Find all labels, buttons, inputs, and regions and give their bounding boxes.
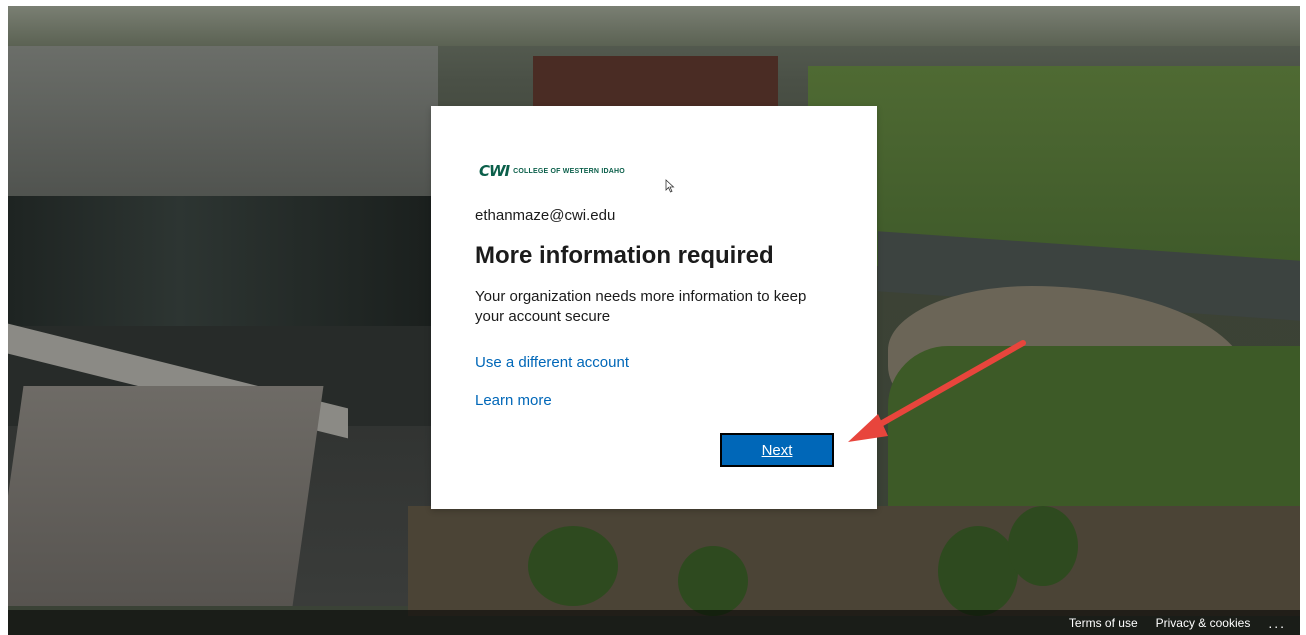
background-tree xyxy=(678,546,748,616)
background-windows xyxy=(8,196,438,326)
background-tree xyxy=(528,526,618,606)
logo-mark: CWI xyxy=(479,162,510,180)
use-different-account-link[interactable]: Use a different account xyxy=(475,354,629,371)
dialog-description: Your organization needs more information… xyxy=(475,288,807,325)
background-sky xyxy=(8,6,1300,46)
background-tree xyxy=(938,526,1018,616)
organization-logo: CWI COLLEGE OF WESTERN IDAHO xyxy=(479,162,625,180)
sign-in-dialog: CWI COLLEGE OF WESTERN IDAHO ethanmaze@c… xyxy=(431,106,877,509)
more-options-icon[interactable]: ... xyxy=(1268,615,1286,631)
privacy-cookies-link[interactable]: Privacy & cookies xyxy=(1156,616,1251,630)
dialog-title: More information required xyxy=(475,242,774,269)
learn-more-link[interactable]: Learn more xyxy=(475,392,552,409)
page-footer: Terms of use Privacy & cookies ... xyxy=(8,610,1300,635)
mouse-pointer-icon xyxy=(665,179,675,193)
logo-text: COLLEGE OF WESTERN IDAHO xyxy=(513,167,625,175)
terms-of-use-link[interactable]: Terms of use xyxy=(1069,616,1138,630)
annotation-arrow-icon xyxy=(848,340,1026,442)
background-roof xyxy=(8,386,324,606)
account-identity: ethanmaze@cwi.edu xyxy=(475,207,616,224)
background-tree xyxy=(1008,506,1078,586)
next-button[interactable]: Next xyxy=(720,433,834,467)
